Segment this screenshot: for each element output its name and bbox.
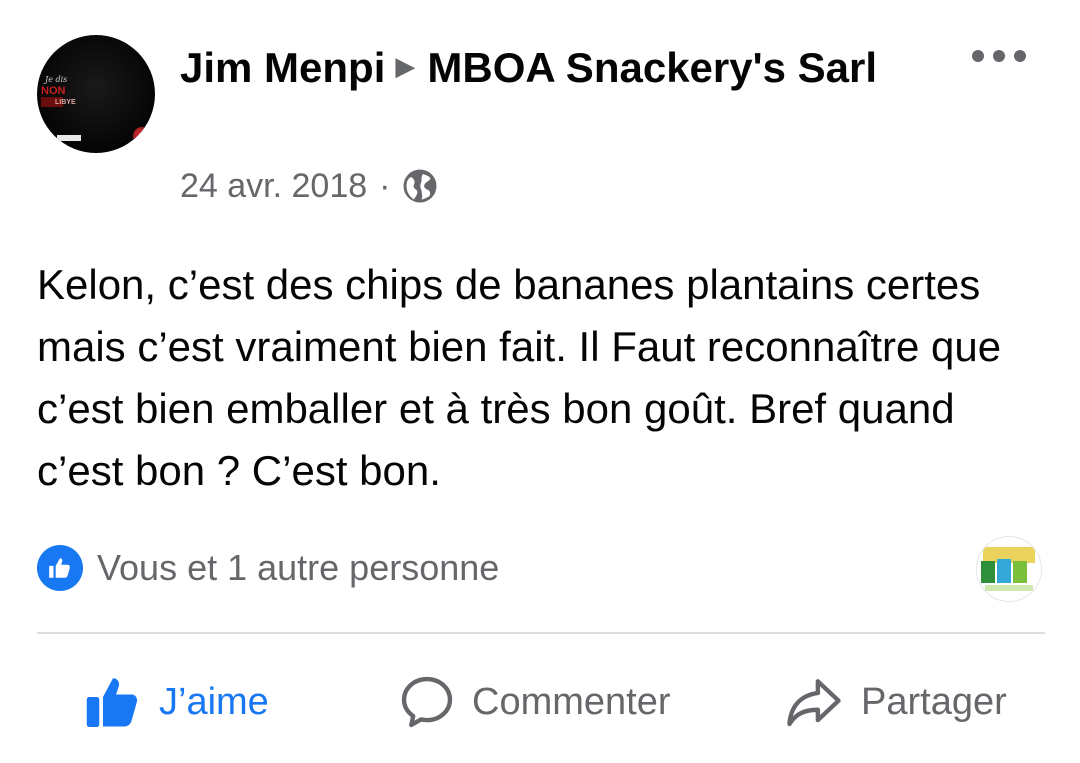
post-meta: 24 avr. 2018 · [180,164,438,208]
arrow-right-icon: ▶ [395,51,416,82]
post-header-title: Jim Menpi ▶ MBOA Snackery's Sarl [180,40,940,98]
more-dot-icon [1014,50,1026,62]
avatar-text-line1: Je dis [45,75,68,84]
reactions-summary[interactable]: Vous et 1 autre personne [37,542,499,594]
target-page-name[interactable]: MBOA Snackery's Sarl [427,44,877,91]
more-dot-icon [972,50,984,62]
avatar-text-line3: LIBYE [55,99,76,106]
post-card: Je dis NON LIBYE Jim Menpi ▶ MBOA Snackery… [0,0,1080,763]
thumb-band [997,559,1011,583]
more-options-button[interactable] [972,44,1026,68]
share-button[interactable]: Partager [783,660,1007,744]
divider [37,632,1045,634]
thumb-band [985,585,1033,591]
action-bar: J’aime Commenter Partager [0,660,1080,744]
comment-button[interactable]: Commenter [398,660,671,744]
globe-icon[interactable] [402,168,438,204]
like-icon [37,545,83,591]
thumbs-up-icon [86,678,138,727]
thumb-band [981,561,995,583]
avatar-red-dot [133,127,151,145]
share-icon [787,679,841,727]
like-label: J’aime [159,680,269,723]
author-avatar[interactable]: Je dis NON LIBYE [37,35,155,153]
thumb-band [1013,561,1027,583]
avatar-strip [57,135,81,141]
like-button[interactable]: J’aime [83,660,269,744]
meta-separator: · [379,166,391,205]
post-date[interactable]: 24 avr. 2018 [180,167,367,206]
reactions-text: Vous et 1 autre personne [97,547,500,588]
more-dot-icon [993,50,1005,62]
page-thumbnail[interactable] [976,536,1042,602]
avatar-text-line2: NON [41,85,66,97]
comment-icon [401,676,453,728]
comment-label: Commenter [472,680,671,723]
author-name[interactable]: Jim Menpi [180,44,385,91]
post-text: Kelon, c’est des chips de bananes planta… [37,261,1002,494]
share-label: Partager [861,680,1007,723]
